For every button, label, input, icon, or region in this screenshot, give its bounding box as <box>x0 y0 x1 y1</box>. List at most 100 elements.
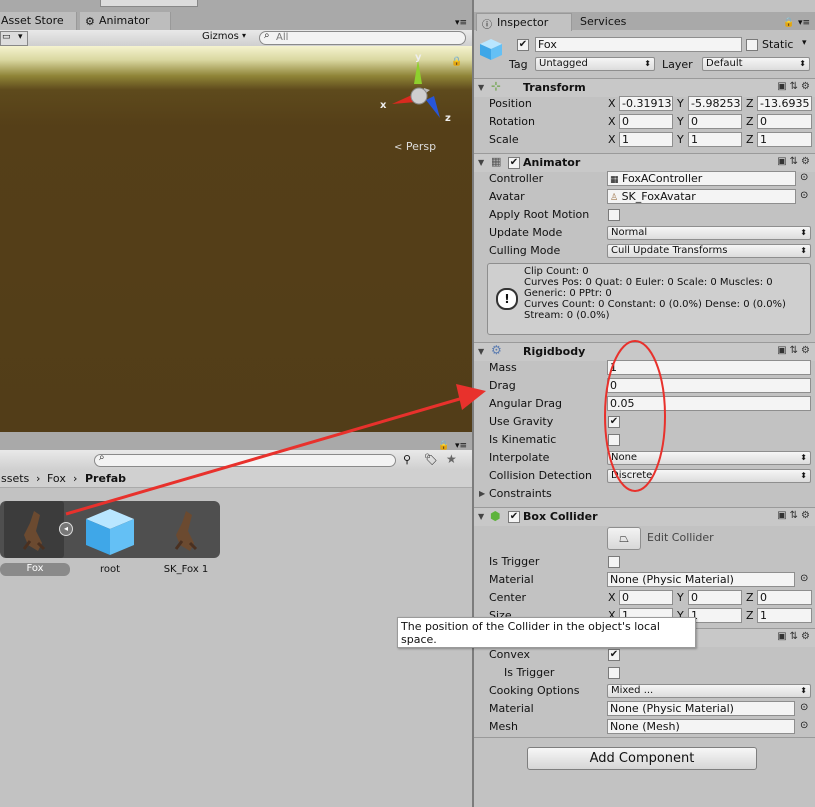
avatar-field[interactable]: ♙ SK_FoxAvatar <box>607 189 796 204</box>
size-y-field[interactable]: 1 <box>688 608 742 623</box>
breadcrumb-fox[interactable]: Fox <box>47 472 66 485</box>
gameobject-name-field[interactable]: Fox <box>535 37 742 52</box>
breadcrumb-assets[interactable]: ssets <box>1 472 29 485</box>
tab-services[interactable]: Services <box>574 13 654 30</box>
mass-field[interactable]: 1 <box>607 360 811 375</box>
tab-inspector[interactable]: ⓘ Inspector <box>476 13 572 31</box>
filter-by-label-icon[interactable]: 🏷 <box>424 453 438 466</box>
object-picker-icon[interactable]: ⊙ <box>800 702 808 713</box>
toolbar-play-buttons[interactable] <box>100 0 198 7</box>
scale-y-field[interactable]: 1 <box>688 132 742 147</box>
gameobject-active-checkbox[interactable]: ✔ <box>517 39 529 51</box>
update-mode-dropdown[interactable]: Normal ⬍ <box>607 226 811 240</box>
rotation-y-field[interactable]: 0 <box>688 114 742 129</box>
lock-icon[interactable]: 🔒 <box>783 18 794 28</box>
transform-header[interactable]: ▼ ⊹ Transform ▣⇅⚙ <box>474 78 815 97</box>
tab-animator[interactable]: ⚙ Animator <box>80 12 171 30</box>
interpolate-value: None <box>611 452 638 463</box>
info-line: Stream: 0 (0.0%) <box>524 310 610 321</box>
animator-component-icon: ▦ <box>491 155 502 168</box>
position-x-field[interactable]: -0.31913 <box>619 96 673 111</box>
layer-dropdown[interactable]: Default ⬍ <box>702 57 810 71</box>
controller-field[interactable]: ▦ FoxAController <box>607 171 796 186</box>
avatar-value: SK_FoxAvatar <box>621 190 696 203</box>
drag-field[interactable]: 0 <box>607 378 811 393</box>
animator-title: Animator <box>523 156 581 169</box>
rigidbody-icon: ⚙ <box>491 343 502 357</box>
shading-mode-dropdown[interactable]: ▭ ▾ <box>0 31 28 46</box>
add-component-button[interactable]: Add Component <box>527 747 757 770</box>
object-picker-icon[interactable]: ⊙ <box>800 720 808 731</box>
size-z-field[interactable]: 1 <box>757 608 812 623</box>
angular-drag-field[interactable]: 0.05 <box>607 396 811 411</box>
use-gravity-label: Use Gravity <box>489 415 554 428</box>
cooking-options-dropdown[interactable]: Mixed ... ⬍ <box>607 684 811 698</box>
scene-orientation-gizmo[interactable]: y x z <box>378 52 458 132</box>
animator-enabled-checkbox[interactable]: ✔ <box>508 157 520 169</box>
rigidbody-header[interactable]: ▼ ⚙ Rigidbody ▣⇅⚙ <box>474 342 815 361</box>
center-z-field[interactable]: 0 <box>757 590 812 605</box>
tab-menu-icon[interactable]: ▾≡ <box>798 18 810 28</box>
center-x-field[interactable]: 0 <box>619 590 673 605</box>
chevron-down-icon[interactable]: ▾ <box>802 38 807 48</box>
project-search-input[interactable]: ⌕ <box>94 452 396 467</box>
box-collider-header[interactable]: ▼ ⬢ ✔ Box Collider ▣⇅⚙ <box>474 507 815 526</box>
list-item-sk-fox[interactable] <box>156 503 216 558</box>
box-collider-enabled-checkbox[interactable]: ✔ <box>508 511 520 523</box>
object-picker-icon[interactable]: ⊙ <box>800 573 808 584</box>
static-checkbox[interactable] <box>746 39 758 51</box>
rotation-x-field[interactable]: 0 <box>619 114 673 129</box>
interpolate-dropdown[interactable]: None ⬍ <box>607 451 811 465</box>
breadcrumb-separator-icon: › <box>36 472 41 485</box>
animator-info-box: ! Clip Count: 0 Curves Pos: 0 Quat: 0 Eu… <box>487 263 811 335</box>
component-menu-icons[interactable]: ▣⇅⚙ <box>777 631 813 642</box>
component-menu-icons[interactable]: ▣⇅⚙ <box>777 156 813 167</box>
rotation-z-field[interactable]: 0 <box>757 114 812 129</box>
expand-prefab-button[interactable]: ◂ <box>59 522 73 536</box>
filter-by-type-icon[interactable]: ⚲ <box>403 453 411 466</box>
mesh-material-field[interactable]: None (Physic Material) <box>607 701 795 716</box>
culling-mode-dropdown[interactable]: Cull Update Transforms ⬍ <box>607 244 811 258</box>
apply-root-motion-checkbox[interactable] <box>608 209 620 221</box>
axis-y-label: Y <box>677 591 684 604</box>
fox-model-icon <box>22 511 46 551</box>
favorite-star-icon[interactable]: ★ <box>446 452 457 466</box>
is-kinematic-checkbox[interactable] <box>608 434 620 446</box>
scale-x-field[interactable]: 1 <box>619 132 673 147</box>
object-picker-icon[interactable]: ⊙ <box>800 172 808 183</box>
component-menu-icons[interactable]: ▣⇅⚙ <box>777 345 813 356</box>
scale-z-field[interactable]: 1 <box>757 132 812 147</box>
center-y-field[interactable]: 0 <box>688 590 742 605</box>
tab-menu-icon[interactable]: ▾≡ <box>455 18 467 28</box>
persp-toggle[interactable]: < Persp <box>394 140 436 153</box>
component-menu-icons[interactable]: ▣⇅⚙ <box>777 510 813 521</box>
breadcrumb-prefab[interactable]: Prefab <box>85 472 126 485</box>
gizmos-dropdown[interactable]: Gizmos ▾ <box>198 31 250 44</box>
convex-checkbox[interactable]: ✔ <box>608 649 620 661</box>
scene-search-input[interactable]: ⌕ All <box>259 30 466 45</box>
constraints-foldout[interactable]: ▶ Constraints <box>478 486 678 502</box>
edit-collider-button[interactable]: ⏢ <box>607 527 641 550</box>
use-gravity-checkbox[interactable]: ✔ <box>608 416 620 428</box>
component-menu-icons[interactable]: ▣⇅⚙ <box>777 81 813 92</box>
list-item-root[interactable] <box>80 503 140 558</box>
collision-detection-dropdown[interactable]: Discrete ⬍ <box>607 469 811 483</box>
axis-z-label: Z <box>746 133 754 146</box>
mesh-field[interactable]: None (Mesh) <box>607 719 795 734</box>
tag-dropdown[interactable]: Untagged ⬍ <box>535 57 655 71</box>
animator-header[interactable]: ▼ ▦ ✔ Animator ▣⇅⚙ <box>474 153 815 172</box>
breadcrumb: ssets › Fox › Prefab <box>0 470 472 488</box>
list-item-fox[interactable] <box>4 501 64 558</box>
object-picker-icon[interactable]: ⊙ <box>800 190 808 201</box>
collision-detection-label: Collision Detection <box>489 469 593 482</box>
position-z-field[interactable]: -13.6935 <box>757 96 812 111</box>
mesh-is-trigger-checkbox[interactable] <box>608 667 620 679</box>
animator-icon: ⚙ <box>85 15 95 28</box>
box-material-field[interactable]: None (Physic Material) <box>607 572 795 587</box>
layer-label: Layer <box>662 58 693 71</box>
drag-label: Drag <box>489 379 516 392</box>
box-is-trigger-checkbox[interactable] <box>608 556 620 568</box>
tab-asset-store[interactable]: Asset Store <box>0 12 77 30</box>
culling-mode-value: Cull Update Transforms <box>611 245 728 256</box>
position-y-field[interactable]: -5.98253 <box>688 96 742 111</box>
